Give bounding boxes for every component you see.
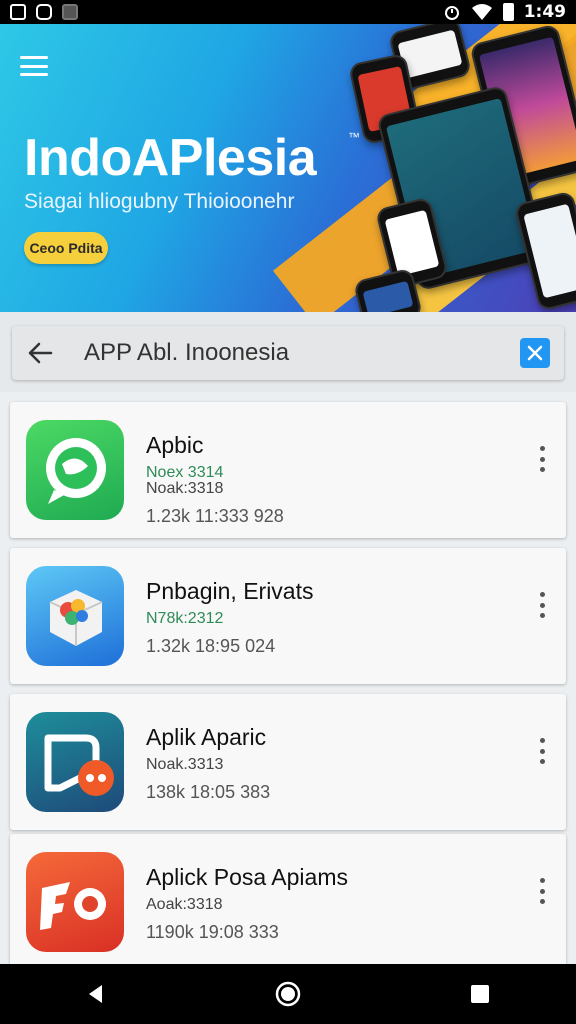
status-left-icons: [10, 4, 78, 20]
search-input[interactable]: APP Abl. Inoonesia: [68, 339, 520, 367]
cube-icon: [26, 566, 124, 666]
alarm-icon: [444, 6, 459, 20]
app-stats: 1190k 19:08 333: [146, 922, 279, 942]
app-list: Apbic Noex 3314 Noak:3318 1.23k 11:333 9…: [0, 392, 576, 970]
trademark-mark: ™: [348, 130, 360, 144]
app-name: Aplik Aparic: [146, 724, 267, 750]
list-item[interactable]: Pnbagin, Erivats N78k:2312 1.32k 18:95 0…: [10, 548, 566, 684]
list-item[interactable]: Apbic Noex 3314 Noak:3318 1.23k 11:333 9…: [10, 402, 566, 538]
menu-icon[interactable]: [20, 56, 48, 76]
app-stats: 1.32k 18:95 024: [146, 636, 276, 656]
battery-icon: [502, 3, 514, 21]
banner-cta-button[interactable]: Ceoo Pdita: [24, 232, 108, 264]
app-version: Noak.3313: [146, 756, 224, 773]
arrow-left-icon: [28, 342, 53, 364]
fo-logo-icon: [26, 852, 124, 952]
app-stats: 138k 18:05 383: [146, 782, 271, 802]
more-options-icon[interactable]: [536, 592, 548, 618]
back-icon[interactable]: [76, 974, 116, 1014]
app-version: N78k:2312: [146, 610, 224, 627]
list-item[interactable]: Aplik Aparic Noak.3313 138k 18:05 383: [10, 694, 566, 830]
search-area: APP Abl. Inoonesia: [0, 312, 576, 392]
app-screen: 1:49 IndoAPlesia ™ Siagai hliogubny Thio…: [0, 0, 576, 1024]
wifi-icon: [471, 4, 492, 20]
close-icon: [527, 345, 543, 361]
search-bar[interactable]: APP Abl. Inoonesia: [12, 326, 564, 380]
notification-icon: [10, 4, 26, 20]
recents-icon[interactable]: [460, 974, 500, 1014]
message-icon: [26, 712, 124, 812]
list-item[interactable]: Aplick Posa Apiams Aoak:3318 1190k 19:08…: [10, 834, 566, 970]
home-icon[interactable]: [268, 974, 308, 1014]
navigation-bar: [0, 964, 576, 1024]
app-name: Aplick Posa Apiams: [146, 864, 348, 890]
app-stats: 1.23k 11:333 928: [146, 506, 284, 526]
more-options-icon[interactable]: [536, 738, 548, 764]
promo-banner[interactable]: IndoAPlesia ™ Siagai hliogubny Thioioone…: [0, 24, 576, 312]
banner-title: IndoAPlesia: [24, 129, 317, 187]
status-right-icons: 1:49: [443, 2, 566, 22]
status-bar: 1:49: [0, 0, 576, 24]
status-time: 1:49: [523, 2, 566, 22]
more-options-icon[interactable]: [536, 878, 548, 904]
banner-subtitle: Siagai hliogubny Thioioonehr: [24, 190, 295, 213]
app-version: Aoak:3318: [146, 896, 223, 913]
notification-icon: [36, 4, 52, 20]
app-meta: Noak:3318: [146, 480, 224, 497]
more-options-icon[interactable]: [536, 446, 548, 472]
notification-icon: [62, 4, 78, 20]
clear-search-button[interactable]: [520, 338, 550, 368]
app-name: Pnbagin, Erivats: [146, 578, 314, 604]
app-name: Apbic: [146, 432, 204, 458]
back-button[interactable]: [12, 326, 68, 380]
chat-bubble-icon: [26, 420, 124, 520]
